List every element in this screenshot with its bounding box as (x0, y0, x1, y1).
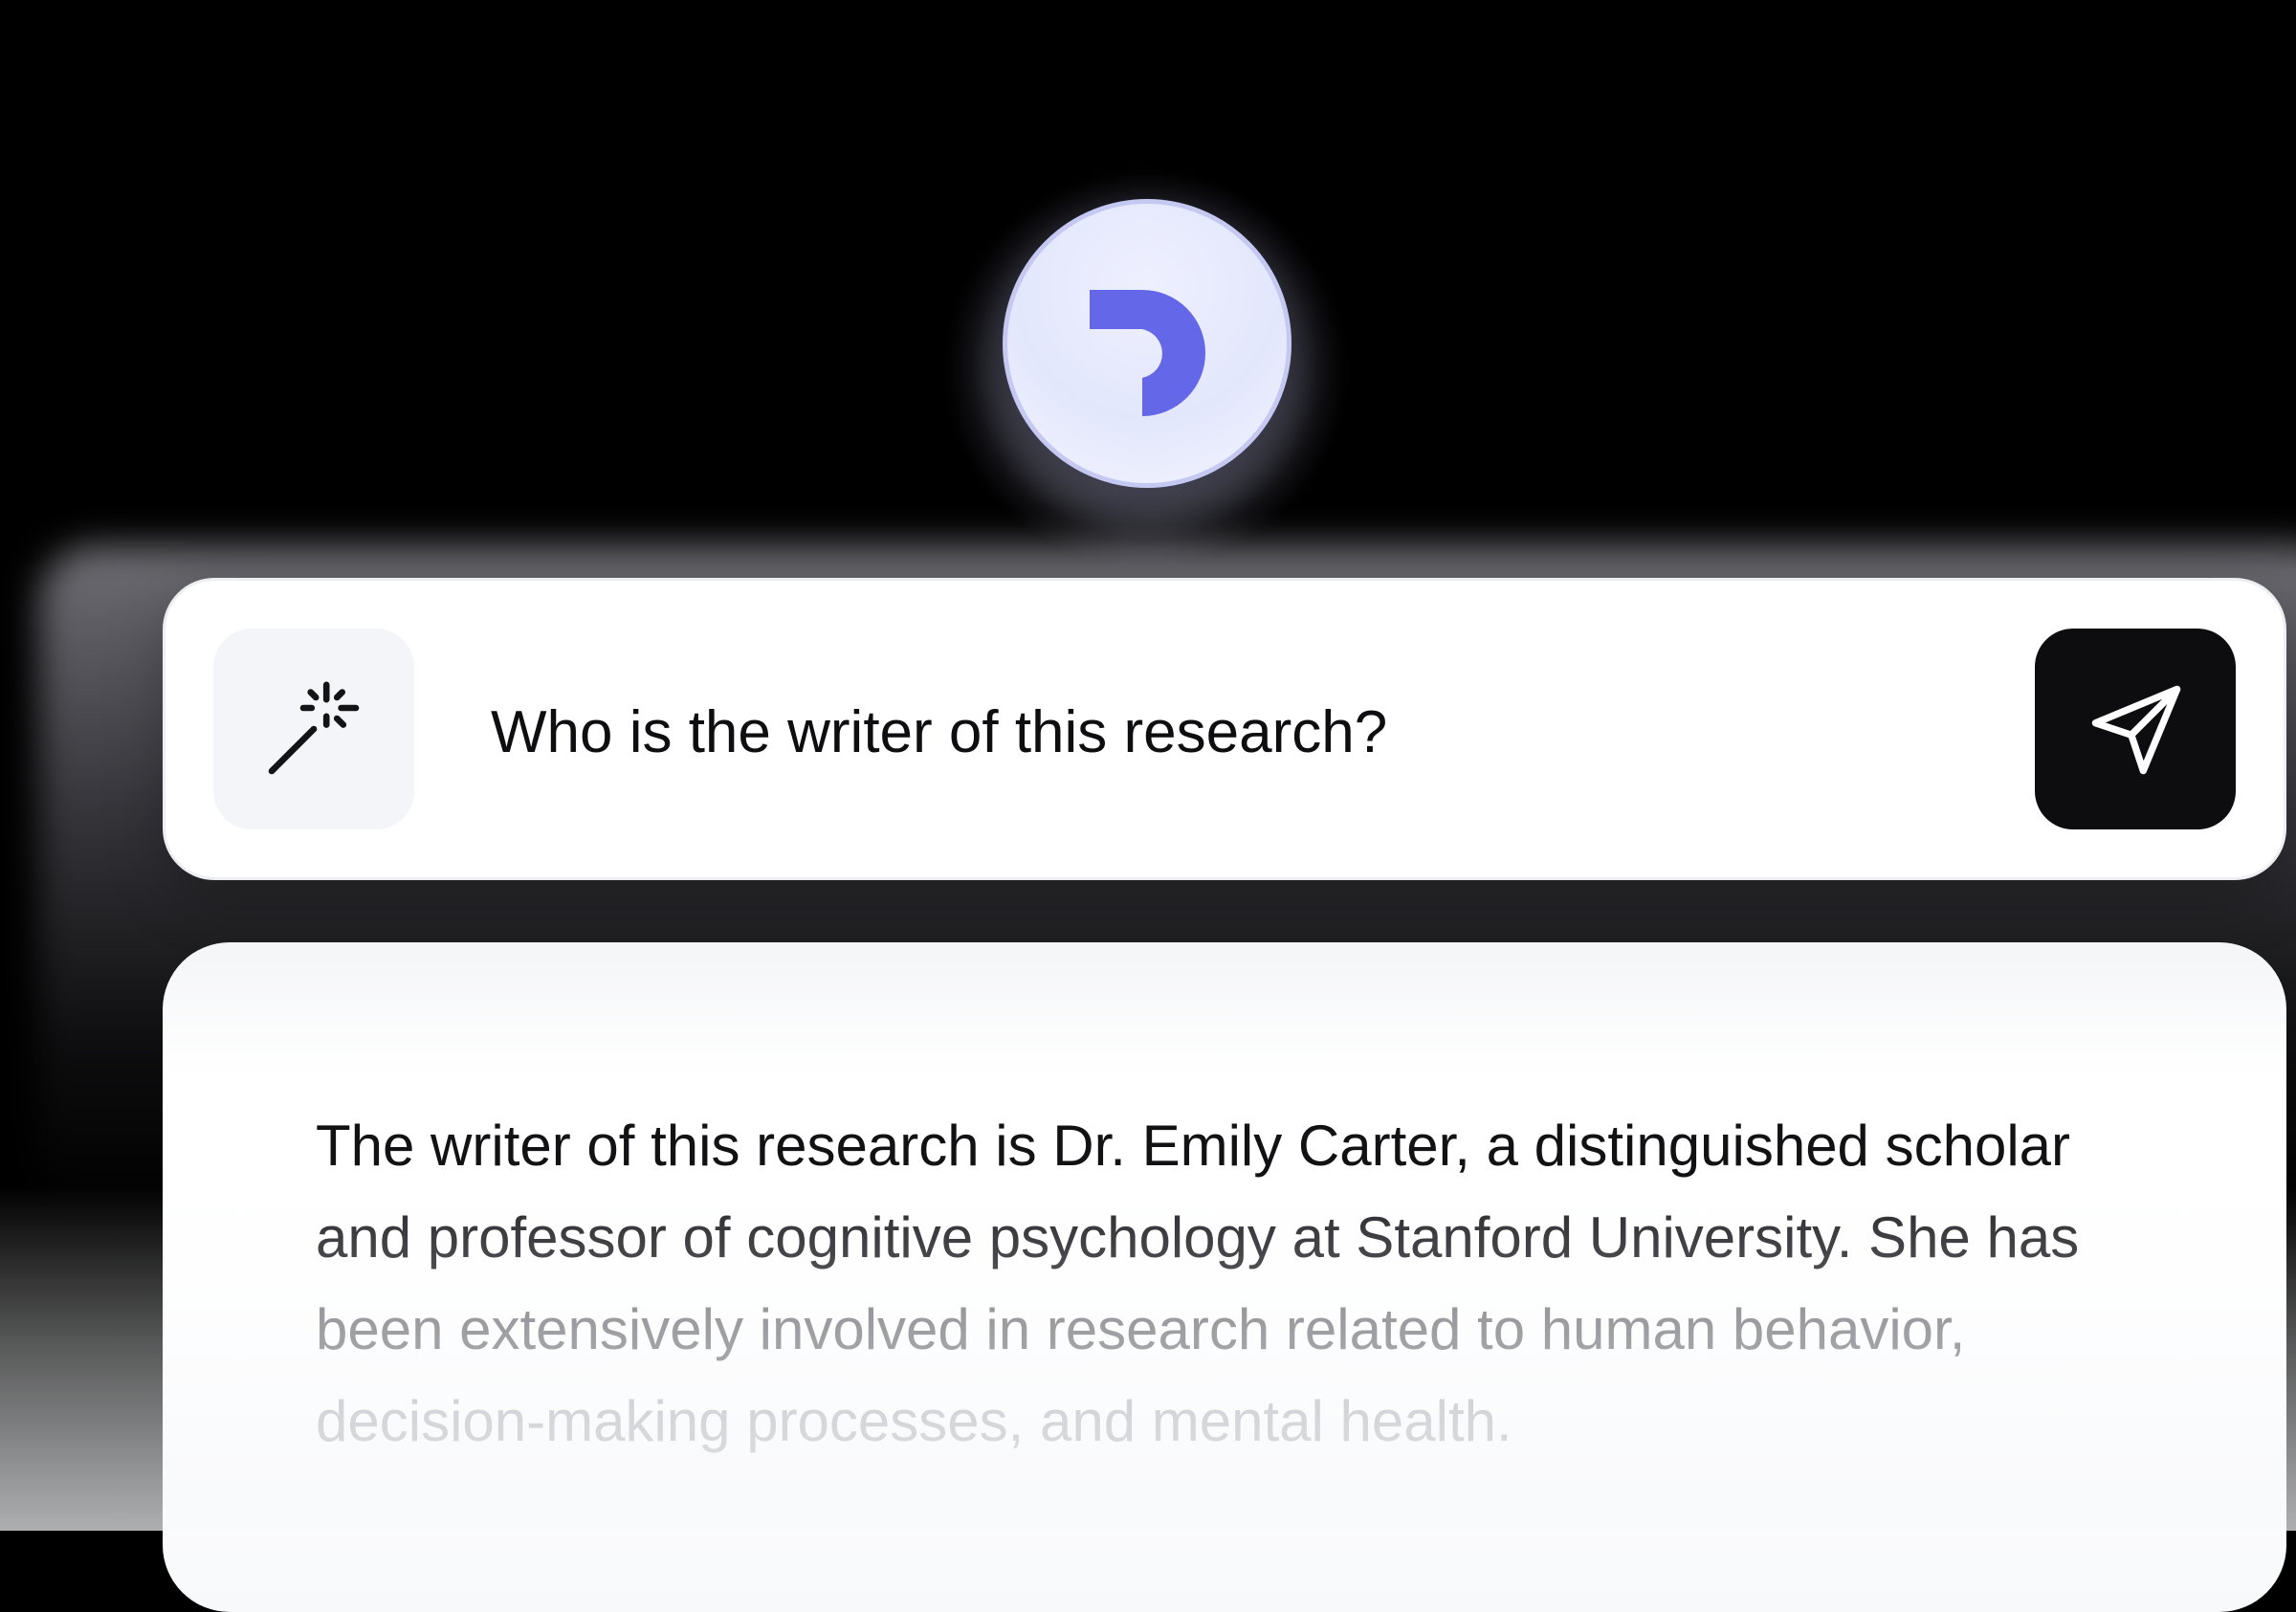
answer-line: and professor of cognitive psychology at… (316, 1205, 2080, 1270)
answer-line: decision-making processes, and mental he… (316, 1389, 1512, 1453)
answer-text: The writer of this research is Dr. Emily… (316, 1100, 2210, 1468)
answer-card: The writer of this research is Dr. Emily… (163, 942, 2286, 1612)
answer-line: been extensively involved in research re… (316, 1297, 1966, 1361)
send-button[interactable] (2035, 629, 2236, 829)
magic-wand-button[interactable] (213, 629, 414, 829)
magic-wand-icon (268, 681, 360, 775)
brand-d-icon (1090, 290, 1205, 416)
brand-logo (1003, 199, 1292, 488)
query-input[interactable] (491, 684, 2069, 780)
chat-input-bar (163, 578, 2286, 880)
send-icon (2091, 685, 2181, 775)
answer-line: The writer of this research is Dr. Emily… (316, 1114, 2071, 1178)
